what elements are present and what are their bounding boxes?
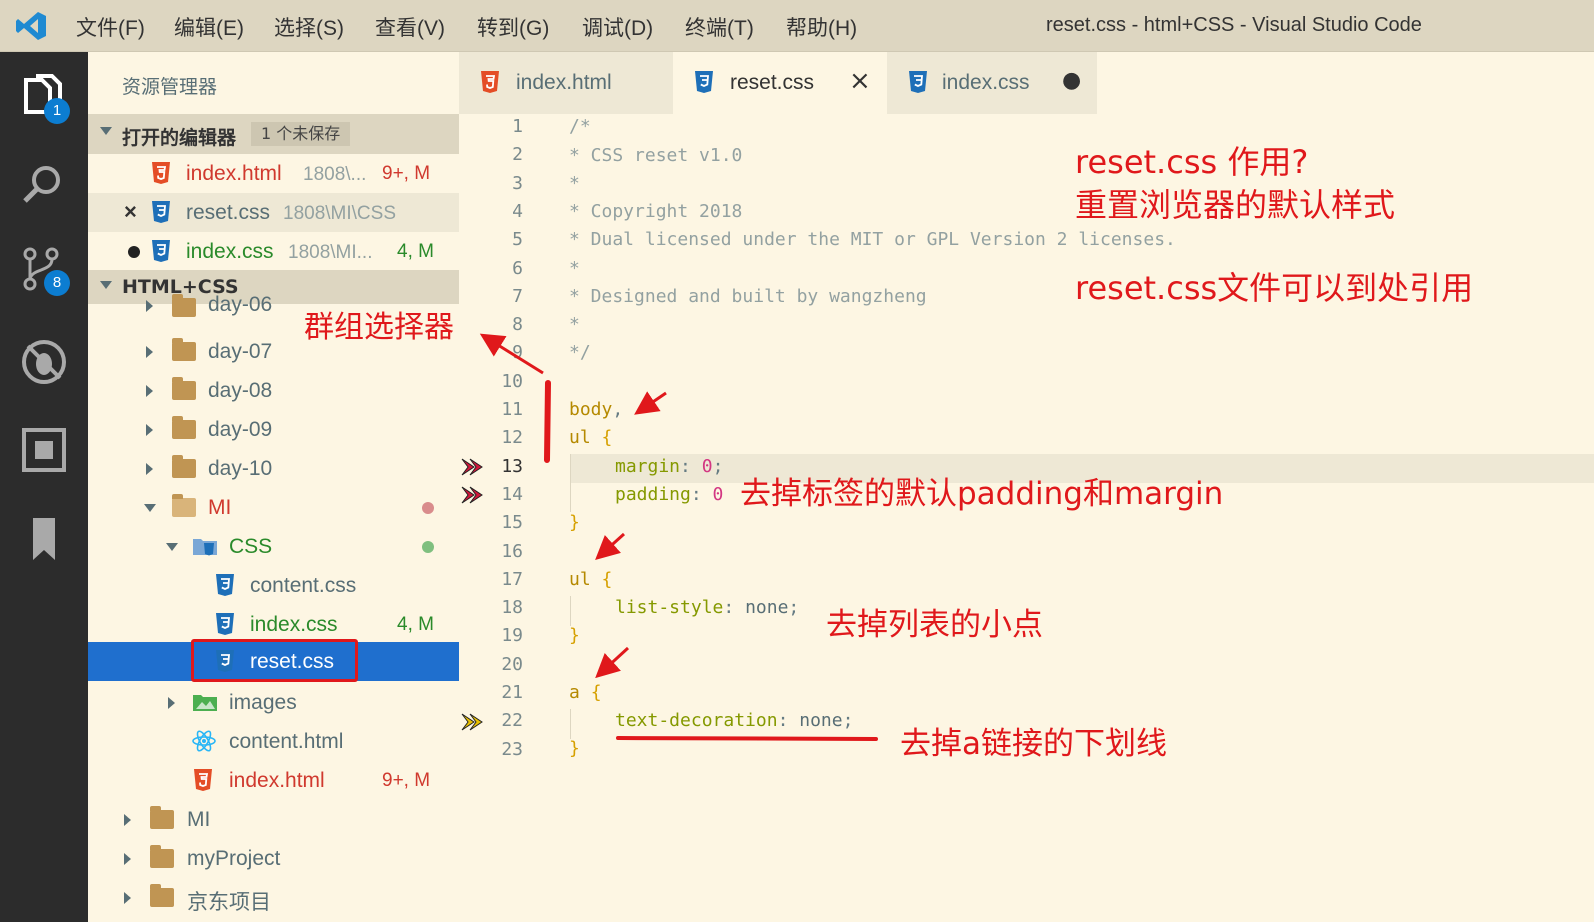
arrow-icon <box>595 532 626 561</box>
underline-mark <box>616 736 878 741</box>
selector-bracket-mark <box>544 380 551 463</box>
arrow-icon <box>595 646 630 679</box>
arrow-icon <box>634 391 667 415</box>
arrow-icon <box>479 333 544 375</box>
annotation-arrows <box>479 333 878 741</box>
